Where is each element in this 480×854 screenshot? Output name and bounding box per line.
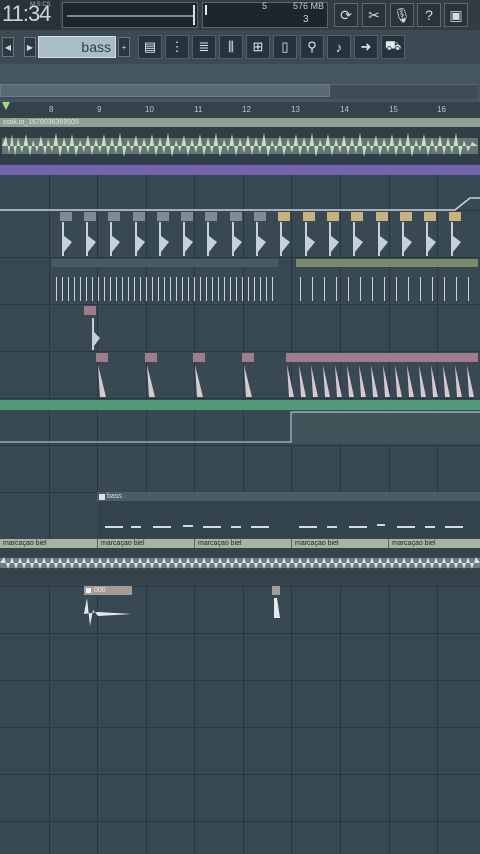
ruler-tick: 12 bbox=[242, 105, 251, 114]
ruler-tick: 10 bbox=[145, 105, 154, 114]
playlist-icon[interactable]: ▤ bbox=[138, 35, 162, 59]
ruler-tick: 13 bbox=[291, 105, 300, 114]
pattern-selector[interactable]: bass bbox=[38, 36, 116, 58]
polyphony-count: 3 bbox=[303, 14, 309, 25]
ruler-tick: 14 bbox=[340, 105, 349, 114]
step-seq-icon[interactable]: ⋮ bbox=[165, 35, 189, 59]
ruler-tick: 15 bbox=[389, 105, 398, 114]
save-icon[interactable]: ▣ bbox=[444, 3, 468, 27]
scroll-thumb[interactable] bbox=[0, 84, 330, 97]
pattern-clip-bar[interactable] bbox=[0, 165, 480, 175]
ram-usage: 576 MB bbox=[293, 1, 325, 11]
microphone-icon[interactable]: 🎙 bbox=[390, 3, 414, 27]
bass-clip-title: bass bbox=[97, 492, 480, 501]
tempo-icon[interactable]: ♪ bbox=[327, 35, 351, 59]
master-volume-slider[interactable] bbox=[62, 2, 198, 28]
playhead-marker-icon[interactable] bbox=[2, 102, 10, 110]
automation-clip[interactable] bbox=[0, 194, 480, 214]
channel-rack-icon[interactable]: ⊞ bbox=[246, 35, 270, 59]
sample-000-clip[interactable]: 000 bbox=[84, 586, 132, 630]
audio-clip-title: sstik.io_1678036369505 bbox=[0, 118, 480, 127]
pattern-number: 5 bbox=[262, 1, 268, 11]
browser-icon[interactable]: ▯ bbox=[273, 35, 297, 59]
loop-icon[interactable]: ⟳ bbox=[334, 3, 358, 27]
timeline-ruler[interactable]: 8 9 10 11 12 13 14 15 16 bbox=[0, 102, 480, 119]
ruler-tick: 11 bbox=[194, 105, 203, 114]
marcacao-clip-title[interactable]: marcaçao biel bbox=[291, 539, 388, 548]
hat-pattern-clips[interactable] bbox=[0, 259, 480, 303]
audio-waveform bbox=[2, 133, 478, 157]
song-time-display[interactable]: 11:34 M:S:CS bbox=[0, 0, 60, 30]
export-icon[interactable]: ➜ bbox=[354, 35, 378, 59]
snare-clip[interactable] bbox=[84, 306, 100, 350]
marcacao-clip-title[interactable]: marcaçao biel bbox=[388, 539, 480, 548]
green-pattern-bar[interactable] bbox=[0, 400, 480, 410]
clap-pattern-clips[interactable] bbox=[0, 353, 480, 397]
time-format-label: M:S:CS bbox=[30, 2, 51, 8]
marcacao-clip-title[interactable]: marcaçao biel bbox=[97, 539, 194, 548]
sample-000-title: 000 bbox=[84, 586, 132, 595]
automation-clip-2[interactable] bbox=[0, 410, 480, 446]
kick-pattern-clips[interactable] bbox=[0, 212, 480, 256]
ruler-tick: 8 bbox=[49, 105, 54, 114]
help-icon[interactable]: ? bbox=[417, 3, 441, 27]
playlist-area[interactable]: sstik.io_1678036369505 bass marcaçao bie… bbox=[0, 118, 480, 854]
plugin-icon[interactable]: ⚲ bbox=[300, 35, 324, 59]
add-pattern-icon[interactable]: + bbox=[118, 37, 130, 57]
bass-notes bbox=[105, 524, 463, 528]
sample-000-waveform bbox=[84, 598, 132, 626]
ruler-tick: 9 bbox=[97, 105, 102, 114]
horizontal-scrollbar[interactable] bbox=[0, 64, 480, 102]
bass-clip[interactable]: bass bbox=[97, 492, 480, 538]
marcacao-track[interactable]: marcaçao biel marcaçao biel marcaçao bie… bbox=[0, 539, 480, 585]
ruler-tick: 16 bbox=[437, 105, 446, 114]
cart-icon[interactable]: ⛟ bbox=[381, 35, 405, 59]
marcacao-clip-title[interactable]: marcaçao biel bbox=[194, 539, 291, 548]
clip-menu-icon[interactable] bbox=[99, 494, 105, 500]
marcacao-waveform bbox=[0, 557, 480, 569]
scissors-icon[interactable]: ✂ bbox=[362, 3, 386, 27]
marcacao-clip-title[interactable]: marcaçao biel bbox=[0, 539, 97, 548]
next-arrow-icon[interactable]: ▶ bbox=[24, 37, 36, 57]
mixer-icon[interactable]: ⫼ bbox=[219, 35, 243, 59]
prev-arrow-icon[interactable]: ◀ bbox=[2, 37, 14, 57]
audio-clip[interactable]: sstik.io_1678036369505 bbox=[0, 118, 480, 164]
sample-000-clip-2[interactable] bbox=[272, 586, 282, 630]
piano-roll-icon[interactable]: ≣ bbox=[192, 35, 216, 59]
